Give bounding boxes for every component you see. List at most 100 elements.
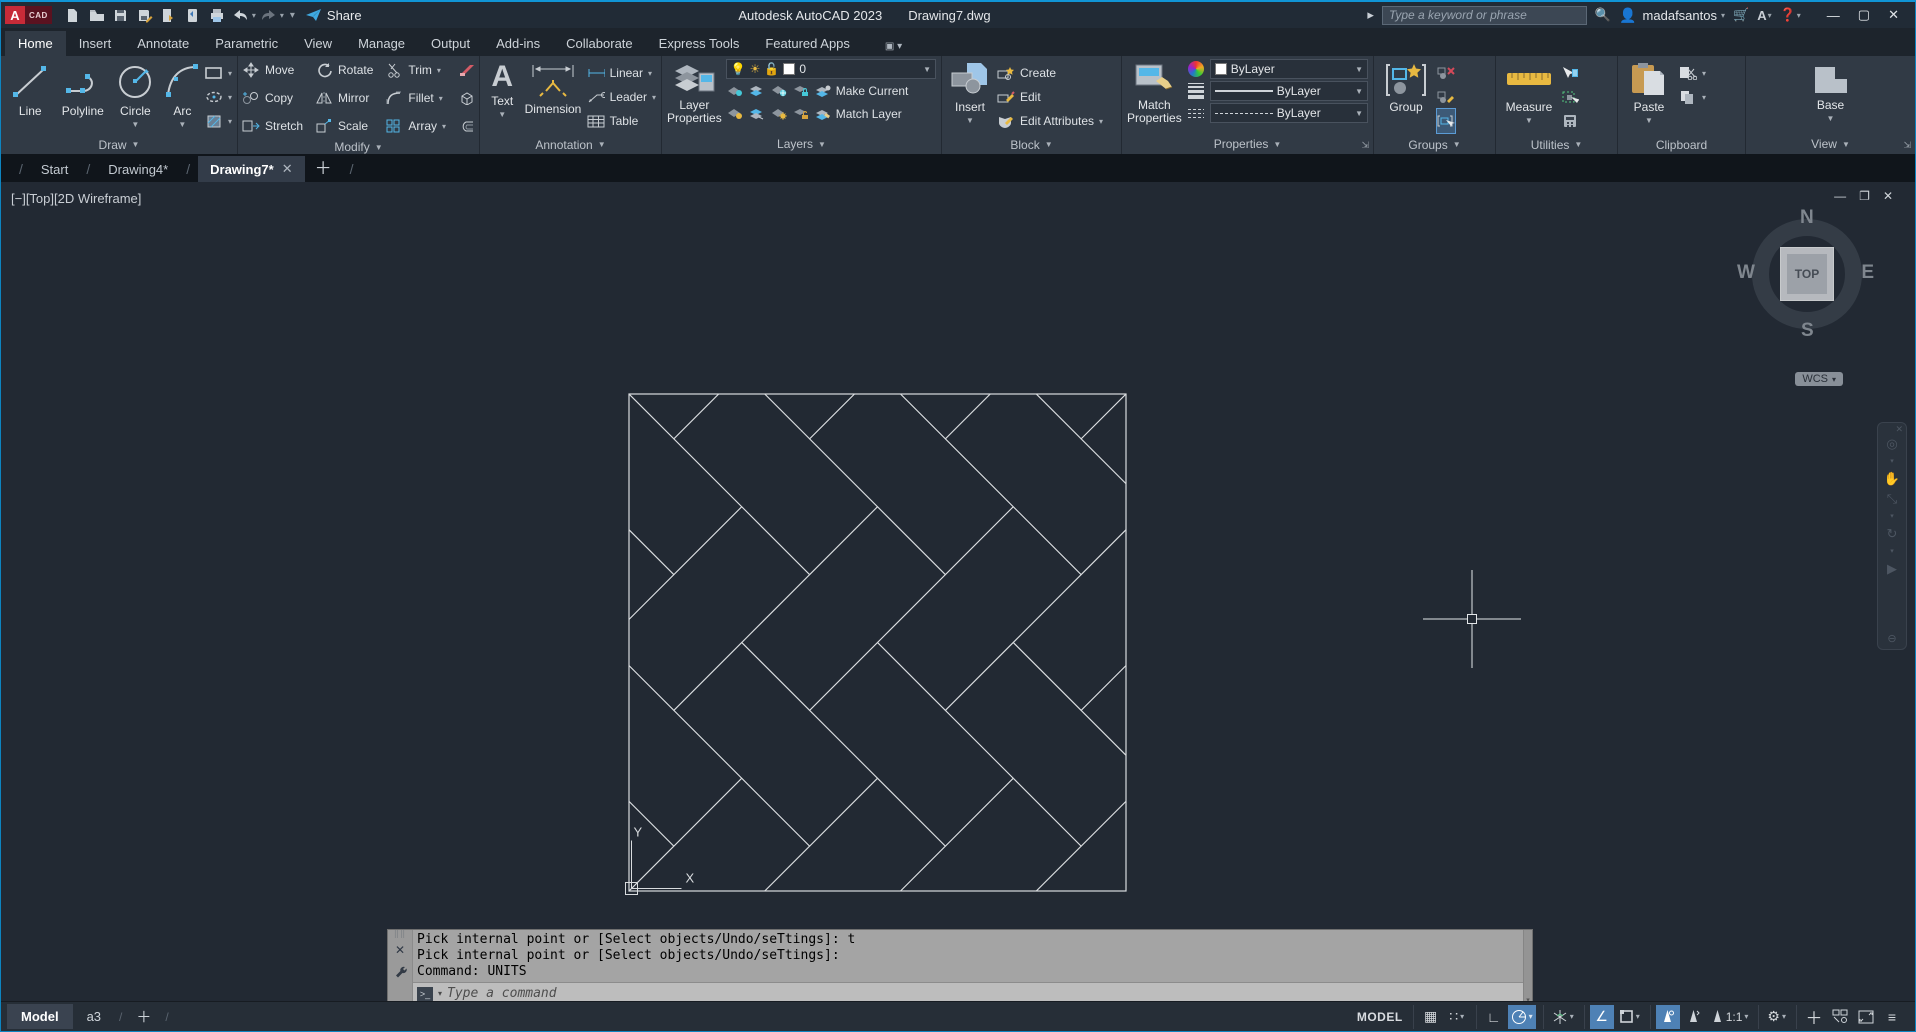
navbar-close-icon[interactable]: ✕ xyxy=(1895,424,1903,435)
maximize-button[interactable]: ▢ xyxy=(1858,7,1870,23)
rectangle-dropdown[interactable]: ▾ xyxy=(228,69,232,78)
tab-manage[interactable]: Manage xyxy=(345,31,418,56)
layer-select[interactable]: 💡 ☀ 🔓 0 ▼ xyxy=(725,59,936,79)
tab-view[interactable]: View xyxy=(291,31,345,56)
command-grip[interactable]: ⣿⣿ ✕ xyxy=(388,930,413,1001)
layer-thaw2-icon[interactable] xyxy=(770,106,788,122)
command-customize-wrench-icon[interactable] xyxy=(394,965,407,978)
help-icon[interactable]: ❓ ▾ xyxy=(1780,7,1801,23)
dimension-button[interactable]: Dimension xyxy=(523,59,582,135)
customization-menu-button[interactable]: ≡ xyxy=(1880,1005,1904,1029)
make-current-button[interactable]: Make Current xyxy=(836,84,909,98)
tab-annotate[interactable]: Annotate xyxy=(124,31,202,56)
open-button[interactable] xyxy=(86,5,108,25)
match-layer-button[interactable]: Match Layer xyxy=(836,107,902,121)
text-button[interactable]: A Text ▼ xyxy=(485,59,519,135)
hatch-dropdown[interactable]: ▾ xyxy=(228,117,232,126)
annotation-monitor-toggle[interactable]: ＋ xyxy=(1802,1005,1826,1029)
close-button[interactable]: ✕ xyxy=(1888,7,1899,23)
autocad-logo[interactable]: A CAD xyxy=(5,6,52,24)
linear-dropdown[interactable]: ▾ xyxy=(648,69,652,78)
pan-icon[interactable]: ✋ xyxy=(1884,472,1900,485)
erase-button[interactable] xyxy=(458,58,476,82)
fillet-dropdown[interactable]: ▾ xyxy=(439,94,443,103)
group-selection-toggle[interactable] xyxy=(1436,108,1456,134)
drawing-canvas[interactable]: Y X xyxy=(1,182,1915,1001)
layer-on2-icon[interactable] xyxy=(726,106,744,122)
offset-button[interactable] xyxy=(458,114,476,138)
layout-tab-a3[interactable]: a3 xyxy=(73,1004,115,1029)
file-tab-close-icon[interactable]: ✕ xyxy=(282,161,293,177)
linetype-dropdown[interactable]: ▼ xyxy=(1355,109,1363,118)
group-edit-button[interactable] xyxy=(1437,85,1455,109)
navbar-collapse-icon[interactable]: ⊖ xyxy=(1887,632,1896,645)
layer-lock-icon[interactable] xyxy=(792,83,810,99)
match-properties-button[interactable]: Match Properties xyxy=(1127,59,1182,134)
copy-clip-button[interactable]: ▾ xyxy=(1679,85,1706,109)
table-button[interactable]: Table xyxy=(587,109,656,133)
viewcube-north[interactable]: N xyxy=(1800,207,1814,229)
block-edit-button[interactable]: Edit xyxy=(997,85,1103,109)
model-space-button[interactable]: MODEL xyxy=(1349,1005,1411,1029)
rotate-button[interactable]: Rotate xyxy=(315,58,373,82)
object-snap-tracking-toggle[interactable]: ∠ xyxy=(1589,1004,1614,1029)
ellipse-icon[interactable] xyxy=(205,89,223,105)
showmotion-icon[interactable]: ▶ xyxy=(1887,562,1897,575)
layer-unlock2-icon[interactable] xyxy=(792,106,810,122)
insert-dropdown[interactable]: ▼ xyxy=(966,116,974,125)
quick-calculator-button[interactable] xyxy=(1561,109,1579,133)
snap-toggle[interactable]: ∷ ▾ xyxy=(1445,1005,1469,1029)
isolate-objects-button[interactable] xyxy=(1828,1005,1852,1029)
viewcube[interactable]: N S W E TOP xyxy=(1737,207,1874,341)
stretch-button[interactable]: Stretch xyxy=(242,114,303,138)
ungroup-button[interactable] xyxy=(1437,61,1455,85)
panel-label-draw[interactable]: Draw ▼ xyxy=(1,135,237,154)
block-edit-attributes-button[interactable]: Edit Attributes ▾ xyxy=(997,109,1103,133)
viewcube-top-face[interactable]: TOP xyxy=(1780,247,1834,301)
isometric-drafting-toggle[interactable]: ▾ xyxy=(1549,1005,1577,1029)
search-input[interactable] xyxy=(1381,5,1587,25)
model-tab[interactable]: Model xyxy=(7,1004,73,1029)
tab-output[interactable]: Output xyxy=(418,31,483,56)
recent-commands-dropdown[interactable]: ▾ xyxy=(438,989,442,998)
circle-button[interactable]: Circle ▼ xyxy=(111,59,160,135)
scale-button[interactable]: Scale xyxy=(315,114,373,138)
panel-label-properties[interactable]: Properties ▼ ⇲ xyxy=(1122,134,1373,154)
file-tab-drawing4[interactable]: Drawing4* xyxy=(98,157,178,182)
panel-label-view[interactable]: View ▼ ⇲ xyxy=(1746,134,1915,154)
file-tab-drawing7[interactable]: Drawing7* ✕ xyxy=(198,156,305,182)
tab-express-tools[interactable]: Express Tools xyxy=(646,31,753,56)
copy-button[interactable]: Copy xyxy=(242,86,303,110)
array-button[interactable]: Array ▾ xyxy=(385,114,446,138)
zoom-extents-icon[interactable]: ⤡ xyxy=(1887,492,1897,505)
undo-button[interactable] xyxy=(230,5,252,25)
lineweight-dropdown[interactable]: ▼ xyxy=(1355,87,1363,96)
zoom-dropdown[interactable]: ▾ xyxy=(1890,512,1894,520)
viewcube-west[interactable]: W xyxy=(1737,262,1755,284)
command-input-row[interactable]: >_ ▾ Type a command xyxy=(413,982,1523,1001)
base-dropdown[interactable]: ▼ xyxy=(1827,114,1835,123)
redo-button[interactable] xyxy=(258,5,280,25)
viewcube-east[interactable]: E xyxy=(1861,262,1874,284)
account-menu[interactable]: 👤 madafsantos ▾ xyxy=(1619,7,1725,24)
annotation-scale-list-button[interactable]: 1:1 ▾ xyxy=(1708,1005,1752,1029)
polar-tracking-toggle[interactable]: ▾ xyxy=(1507,1004,1536,1029)
layer-dropdown[interactable]: ▼ xyxy=(923,65,931,74)
cut-button[interactable]: ▾ xyxy=(1679,61,1706,85)
redo-dropdown[interactable]: ▾ xyxy=(280,11,284,20)
polyline-button[interactable]: Polyline xyxy=(59,59,108,135)
layer-unisolate-icon[interactable] xyxy=(748,106,766,122)
tab-collaborate[interactable]: Collaborate xyxy=(553,31,646,56)
panel-label-block[interactable]: Block ▼ xyxy=(942,135,1121,154)
trim-dropdown[interactable]: ▾ xyxy=(437,66,441,75)
mobile-button[interactable] xyxy=(182,5,204,25)
block-create-button[interactable]: Create xyxy=(997,61,1103,85)
rectangle-icon[interactable] xyxy=(205,65,223,81)
linear-button[interactable]: Linear ▾ xyxy=(587,61,656,85)
account-dropdown[interactable]: ▾ xyxy=(1721,11,1725,20)
command-line-window[interactable]: ⣿⣿ ✕ Pick internal point or [Select obje… xyxy=(387,929,1533,1001)
annotation-visibility-toggle[interactable] xyxy=(1655,1004,1680,1029)
tab-insert[interactable]: Insert xyxy=(66,31,125,56)
grid-toggle[interactable]: ▦ xyxy=(1419,1005,1443,1029)
share-button[interactable]: Share xyxy=(305,8,362,23)
